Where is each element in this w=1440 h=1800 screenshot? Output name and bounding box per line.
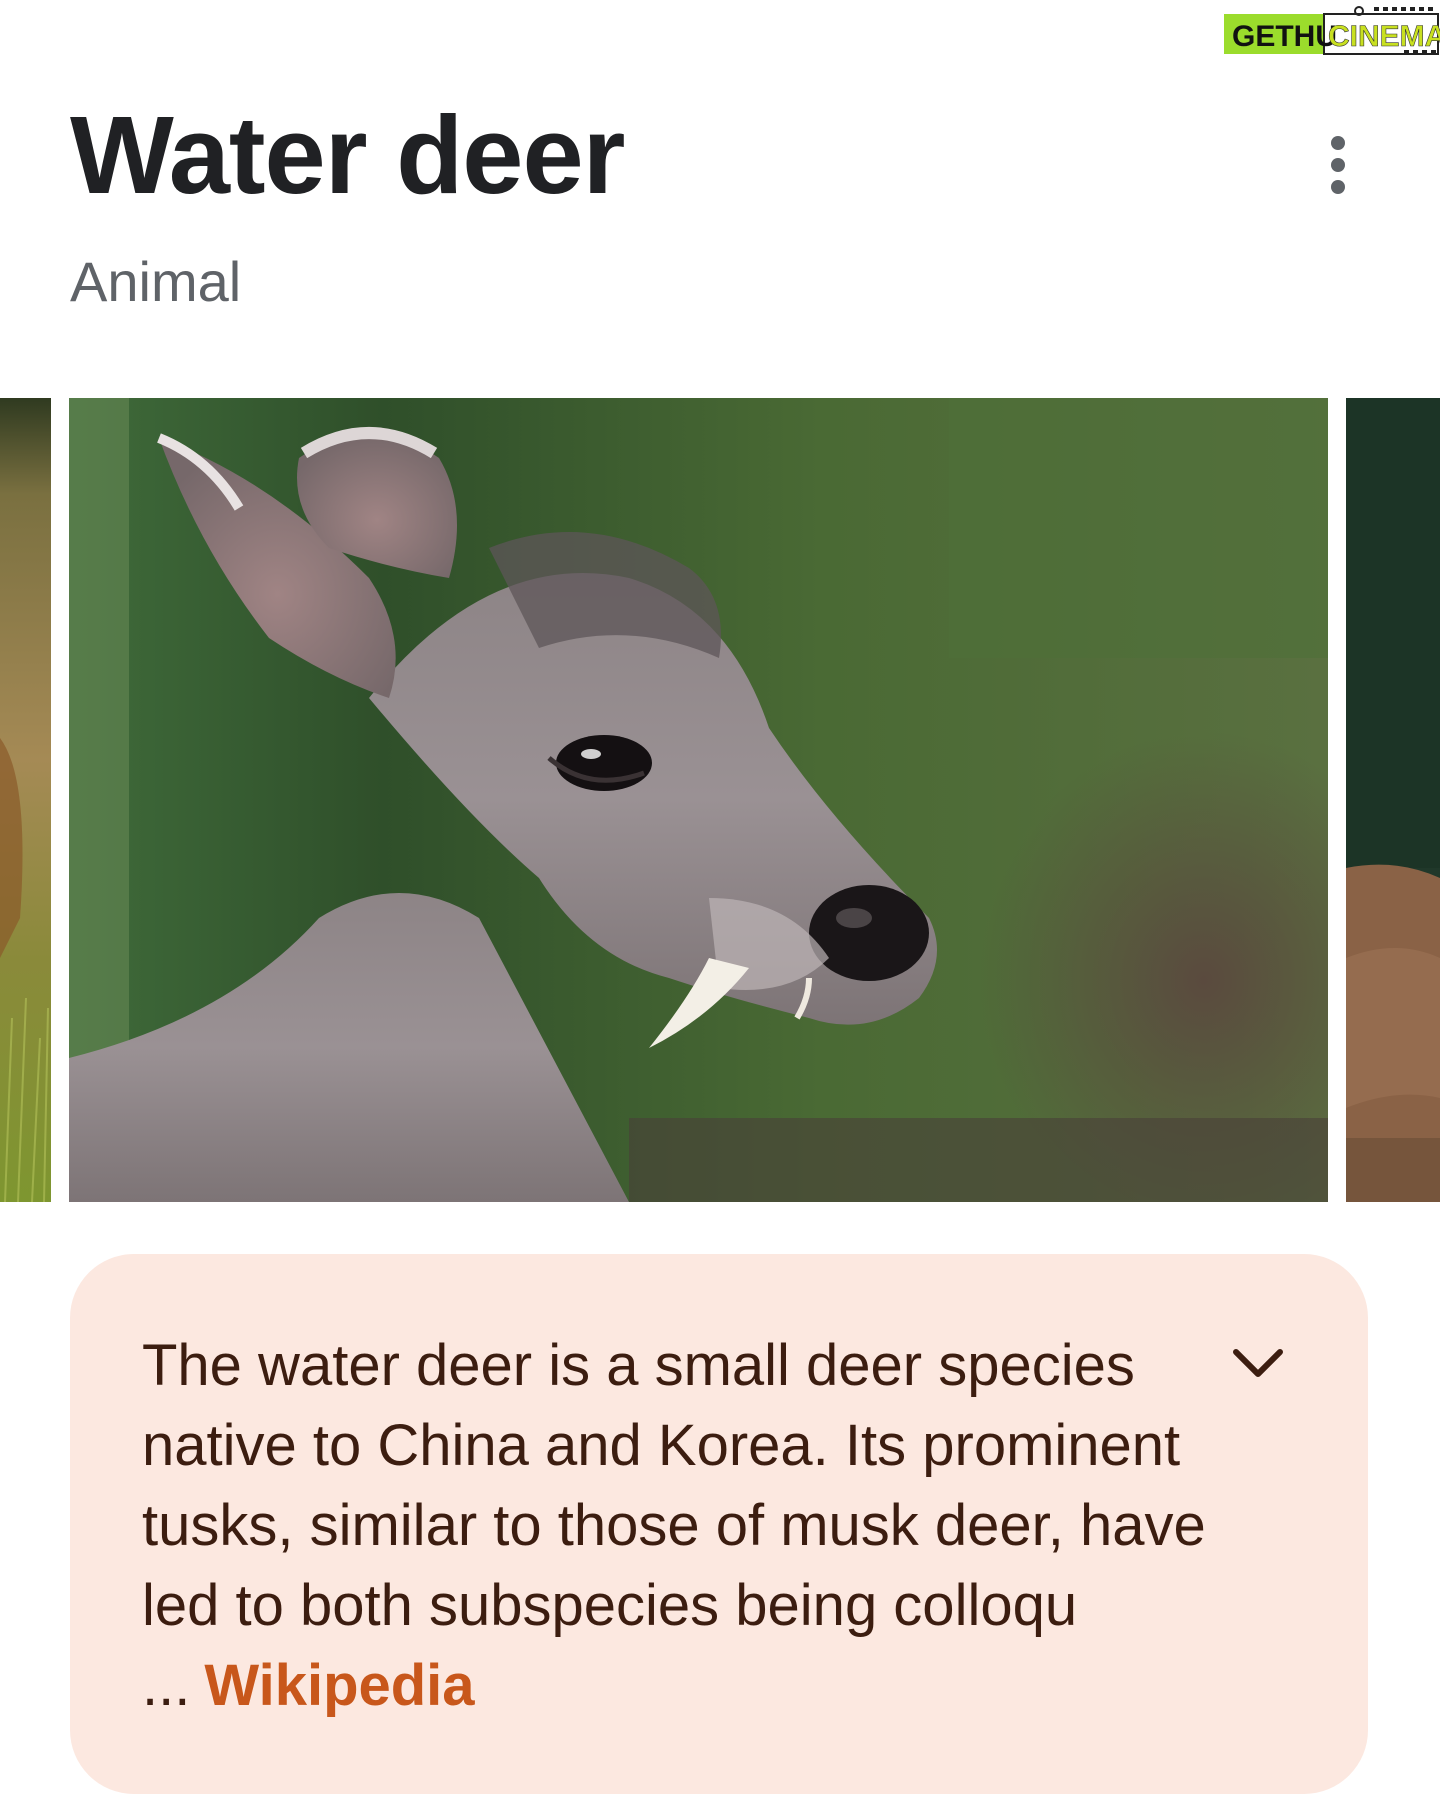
- more-vert-icon-dot: [1331, 158, 1345, 172]
- more-vert-icon: [1331, 136, 1345, 150]
- more-vert-icon-dot: [1331, 180, 1345, 194]
- carousel-image-next[interactable]: [1346, 398, 1440, 1202]
- watermark-logo: GETHU CINEMA: [1224, 6, 1440, 56]
- wikipedia-link[interactable]: Wikipedia: [204, 1653, 474, 1718]
- description-text: The water deer is a small deer species n…: [142, 1326, 1222, 1726]
- carousel-image-previous[interactable]: [0, 398, 51, 1202]
- page-subtitle: Animal: [70, 250, 242, 313]
- chevron-down-icon: [1233, 1349, 1283, 1377]
- carousel-image-main[interactable]: [69, 398, 1328, 1202]
- watermark-text-right: CINEMA: [1328, 20, 1440, 53]
- watermark-text-left: GETHU: [1232, 20, 1337, 53]
- image-carousel[interactable]: [0, 398, 1440, 1202]
- expand-description-button[interactable]: [1220, 1326, 1296, 1402]
- description-card: The water deer is a small deer species n…: [70, 1254, 1368, 1794]
- more-options-button[interactable]: [1308, 130, 1368, 200]
- page-title: Water deer: [70, 94, 625, 217]
- knowledge-panel: GETHU CINEMA Water deer Animal The water…: [0, 0, 1440, 1800]
